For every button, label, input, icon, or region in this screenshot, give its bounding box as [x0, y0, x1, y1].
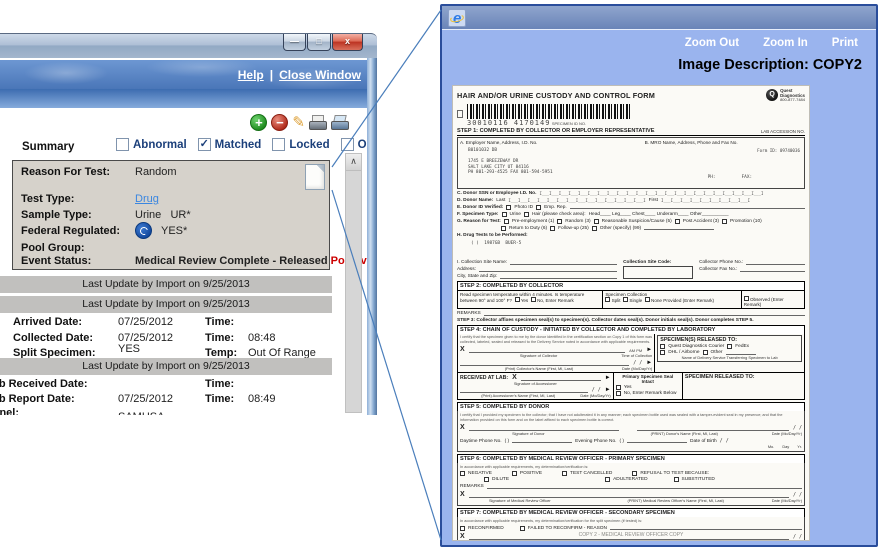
quest-diagnostics-logo: Q Quest Diagnostics 800-877-7484 — [766, 89, 805, 103]
checkbox-icon[interactable] — [272, 138, 285, 151]
window-titlebar[interactable]: — □ x — [0, 33, 377, 58]
fax-print-icon[interactable] — [331, 115, 349, 130]
step5-donor-section: I certify that I provided my specimen to… — [457, 411, 805, 452]
minimize-button[interactable]: — — [283, 34, 306, 51]
remarks-row: REMARKS — [457, 311, 805, 316]
viewer-toolbar: Zoom Out Zoom In Print — [685, 37, 858, 49]
step7-header: STEP 7: COMPLETED BY MEDICAL REVIEW OFFI… — [457, 508, 805, 517]
copy-footer: COPY 2 - MEDICAL REVIEW OFFICER COPY — [453, 532, 809, 538]
window-border — [367, 58, 377, 415]
step1-header: STEP 1: COMPLETED BY COLLECTOR OR EMPLOY… — [457, 127, 805, 136]
quest-logo-icon: Q — [766, 89, 778, 101]
viewer-titlebar[interactable]: e — [442, 6, 876, 30]
window-content: Help | Close Window + − ✎ Summary Abnorm… — [0, 58, 367, 415]
specimen-id: 30010116 4170149 — [467, 119, 550, 127]
checkbox-icon[interactable] — [116, 138, 129, 151]
step4-chain-of-custody: I certify that the specimen given to me … — [457, 334, 805, 373]
step2-header: STEP 2: COMPLETED BY COLLECTOR — [457, 281, 805, 290]
add-icon[interactable]: + — [250, 114, 267, 131]
arrow-icon: ► — [605, 375, 611, 381]
reason-for-test-row-2: Return to Duty (6) Follow-up (25) Other … — [457, 226, 805, 231]
specimen-id-label: SPECIMEN ID NO. — [552, 121, 586, 126]
zoom-in-link[interactable]: Zoom In — [763, 37, 808, 49]
observed-checkbox[interactable]: Observed — [341, 138, 367, 151]
record-toolbar: + − ✎ — [250, 114, 349, 131]
update-banner: Last Update by Import on 9/25/2013 — [0, 358, 332, 375]
edit-icon[interactable]: ✎ — [292, 114, 305, 131]
checkbox-checked-icon[interactable]: ✓ — [198, 138, 211, 151]
drug-link[interactable]: Drug — [135, 193, 159, 205]
lab-received-date-row: Lab Received Date: Time: — [0, 378, 340, 392]
document-thumbnail-icon[interactable] — [305, 164, 325, 190]
zoom-out-link[interactable]: Zoom Out — [685, 37, 739, 49]
summary-panel: Reason For Test: Random Test Type: Drug … — [12, 160, 330, 270]
step6-header: STEP 6: COMPLETED BY MEDICAL REVIEW OFFI… — [457, 454, 805, 463]
reason-for-test-row-1: G. Reason for Test: Pre-employment (1) R… — [457, 219, 805, 224]
lab-accession-label: LAB ACCESSION NO. — [761, 129, 805, 134]
collection-site-code-box — [623, 266, 693, 279]
specimen-type-row: F. Specimen Type: Urine Hair (please che… — [457, 212, 805, 217]
arrived-date-row: Arrived Date: 07/25/2012 Time: — [0, 316, 340, 330]
maximize-button[interactable]: □ — [307, 34, 331, 51]
image-viewer-window: e Zoom Out Zoom In Print Image Descripti… — [440, 4, 878, 547]
dot-logo-icon — [135, 222, 152, 239]
close-window-link[interactable]: Close Window — [279, 68, 361, 82]
pool-group-row: Pool Group: — [21, 242, 85, 254]
drug-tests-row: H. Drug Tests to be Performed: — [457, 233, 805, 238]
step2-content: Read specimen temperature within 4 minut… — [457, 290, 805, 309]
app-header-banner: Help | Close Window — [0, 60, 367, 89]
specimen-barcode — [467, 104, 632, 119]
status-flags: Abnormal ✓ Matched Locked Observed — [116, 138, 367, 151]
collection-site-section: I. Collection Site Name: Address: City, … — [457, 258, 805, 279]
step4-received-at-lab: RECEIVED AT LAB: X ► Signature of Access… — [457, 373, 805, 400]
records-window: — □ x Help | Close Window + − ✎ Summary … — [0, 33, 377, 415]
summary-label: Summary — [22, 141, 74, 153]
donor-ssn-row: C. Donor SSN or Employee I.D. No. I___I_… — [457, 191, 805, 196]
print-link[interactable]: Print — [832, 37, 858, 49]
test-type-row: Test Type: Drug — [21, 193, 74, 205]
update-banner: Last Update by Import on 9/25/2013 — [0, 296, 332, 313]
quest-phone: 800-877-7484 — [780, 98, 805, 103]
lab-report-date-row: Lab Report Date: 07/25/2012 Time: 08:49 — [0, 393, 340, 407]
reason-for-test-row: Reason For Test: Random — [21, 166, 110, 178]
nav-divider: | — [270, 68, 273, 82]
barcode-stop-mark — [457, 110, 463, 118]
panel-row: Panel: SAMHSA — [0, 407, 340, 415]
step3-line: STEP 3: Collector affixes specimen seal(… — [457, 318, 805, 323]
form-title: HAIR AND/OR URINE CUSTODY AND CONTROL FO… — [457, 89, 655, 100]
federal-regulated-row: Federal Regulated: YES* — [21, 225, 120, 237]
step4-header: STEP 4: CHAIN OF CUSTODY - INITIATED BY … — [457, 325, 805, 334]
donor-id-verified-row: E. Donor ID Verified: Photo ID Emp. Rep. — [457, 205, 805, 210]
close-button[interactable]: x — [332, 34, 363, 51]
drug-tests-dotmatrix: ( ) 1987GB BUER-5 — [471, 241, 805, 247]
internet-explorer-icon: e — [448, 9, 466, 27]
remove-icon[interactable]: − — [271, 114, 288, 131]
collected-date-row: Collected Date: 07/25/2012 Time: 08:48 — [0, 332, 340, 346]
app-subheader-bar — [0, 89, 367, 108]
help-link[interactable]: Help — [238, 68, 264, 82]
step6-mro-primary: In accordance with applicable requiremen… — [457, 463, 805, 506]
vertical-scrollbar[interactable]: ∧ — [345, 153, 362, 413]
checkbox-icon[interactable] — [341, 138, 354, 151]
form-id: Form ID: 09740036 — [757, 148, 800, 153]
scanned-document: HAIR AND/OR URINE CUSTODY AND CONTROL FO… — [452, 85, 810, 541]
event-status-row: Event Status: Medical Review Complete - … — [21, 255, 91, 267]
donor-name-row: D. Donor Name: Last I___I___I___I___I___… — [457, 198, 805, 203]
scroll-up-icon[interactable]: ∧ — [346, 154, 361, 171]
abnormal-checkbox[interactable]: Abnormal — [116, 138, 187, 151]
matched-checkbox[interactable]: ✓ Matched — [198, 138, 262, 151]
print-icon[interactable] — [309, 115, 327, 130]
sample-type-row: Sample Type: Urine UR* — [21, 209, 92, 221]
image-description: Image Description: COPY2 — [678, 57, 862, 73]
step5-header: STEP 5: COMPLETED BY DONOR — [457, 402, 805, 411]
employer-address-dotmatrix: B0101032 DB 1745 E BREEZEWAY DR SALT LAK… — [468, 148, 645, 176]
locked-checkbox[interactable]: Locked — [272, 138, 329, 151]
employer-mro-box: A. Employer Name, Address, I.D. No. B010… — [457, 137, 805, 189]
update-banner: Last Update by Import on 9/25/2013 — [0, 276, 332, 293]
